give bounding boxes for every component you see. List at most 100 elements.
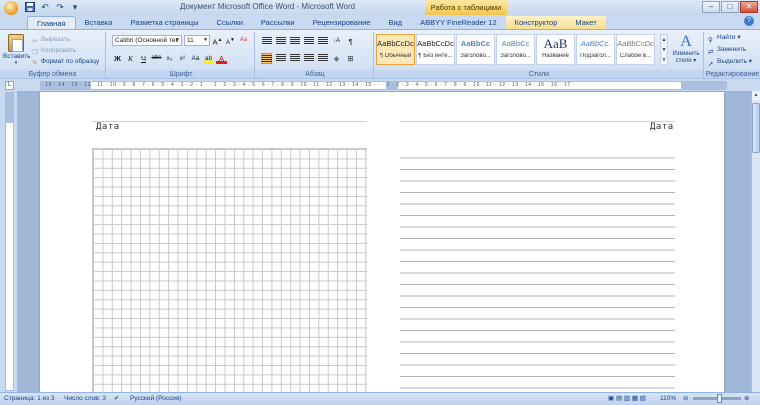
view-buttons[interactable]: ▣ ▤ ▥ ▦ ▧ <box>608 393 646 405</box>
brush-icon: ✎ <box>32 60 38 67</box>
superscript-button[interactable]: x² <box>177 53 188 64</box>
replace-button[interactable]: ⇄ Заменить <box>708 44 752 56</box>
style-title[interactable]: AaB Название <box>536 34 575 65</box>
change-case-button[interactable]: Aa <box>190 53 201 64</box>
line-spacing-button[interactable] <box>317 53 328 64</box>
tab-layout[interactable]: Макет <box>566 16 606 29</box>
zoom-slider[interactable] <box>693 394 741 403</box>
style-no-spacing[interactable]: AaBbCcDc ¶ Без инте... <box>416 34 455 65</box>
borders-button[interactable]: ⊞ <box>345 53 356 64</box>
sort-button[interactable]: ↓A <box>331 36 342 47</box>
find-button[interactable]: ⚲ Найти ▾ <box>708 32 752 44</box>
style-name: Заголово... <box>500 53 531 59</box>
zoom-level[interactable]: 110% <box>660 393 676 405</box>
paste-icon <box>8 34 24 52</box>
word-count[interactable]: Число слов: 3 <box>64 393 106 405</box>
strikethrough-button[interactable]: abe <box>151 53 162 64</box>
copy-button[interactable]: ❐ Копировать <box>32 45 99 56</box>
increase-indent-button[interactable] <box>317 36 328 47</box>
customize-qat-icon[interactable]: ▾ <box>69 2 81 13</box>
undo-icon[interactable]: ↶ <box>39 2 51 13</box>
language-indicator[interactable]: Русский (Россия) <box>130 393 182 405</box>
paste-button[interactable]: Вставить ▾ <box>3 34 31 66</box>
binoculars-icon: ⚲ <box>708 36 713 44</box>
scroll-thumb[interactable] <box>752 103 760 153</box>
help-icon[interactable]: ? <box>744 16 754 26</box>
italic-button[interactable]: К <box>125 53 136 64</box>
numbering-button[interactable] <box>275 36 286 47</box>
shading-button[interactable]: ◈ <box>331 53 342 64</box>
style-heading-1[interactable]: AaBbCc Заголово... <box>456 34 495 65</box>
show-marks-button[interactable]: ¶ <box>345 36 356 47</box>
zoom-in-icon[interactable]: ⊕ <box>744 393 749 405</box>
tab-home[interactable]: Главная <box>27 16 76 29</box>
tab-references[interactable]: Ссылки <box>207 16 251 29</box>
horizontal-ruler[interactable]: · 15 · 14 · 13 · 12 · 11 · 10 · 9 · 8 · … <box>40 81 727 90</box>
office-button[interactable] <box>4 0 18 15</box>
font-name-value: Calibri (Основной тек <box>115 37 179 44</box>
tab-review[interactable]: Рецензирование <box>304 16 380 29</box>
tab-view[interactable]: Вид <box>379 16 411 29</box>
clear-formatting-button[interactable]: Aa <box>238 35 249 46</box>
change-styles-button[interactable]: A Изменить стили ▾ <box>670 33 702 65</box>
minimize-button[interactable]: – <box>702 1 720 13</box>
bold-button[interactable]: Ж <box>112 53 123 64</box>
document-page[interactable]: Дата Дата <box>39 91 725 392</box>
redo-icon[interactable]: ↷ <box>54 2 66 13</box>
tab-abbyy[interactable]: ABBYY FineReader 12 <box>411 16 506 29</box>
cut-button[interactable]: ✂ Вырезать <box>32 34 99 45</box>
page-counter[interactable]: Страница: 1 из 3 <box>4 393 55 405</box>
maximize-button[interactable]: □ <box>721 1 739 13</box>
font-name-select[interactable]: Calibri (Основной тек ▼ <box>112 35 182 46</box>
vertical-scrollbar[interactable]: ▲ <box>751 91 760 392</box>
save-icon[interactable] <box>24 2 36 13</box>
chevron-down-icon: ▼ <box>175 37 180 43</box>
vertical-ruler[interactable] <box>5 92 14 391</box>
font-color-button[interactable]: A <box>216 53 227 64</box>
cursor-icon: ➚ <box>708 60 714 68</box>
close-button[interactable]: ✕ <box>740 1 758 13</box>
justify-button[interactable] <box>303 53 314 64</box>
bullets-button[interactable] <box>261 36 272 47</box>
document-area[interactable]: Дата Дата <box>17 91 751 392</box>
font-size-select[interactable]: 11 ▼ <box>184 35 210 46</box>
shrink-font-button[interactable]: A▼ <box>225 35 236 46</box>
highlight-button[interactable]: ab <box>203 53 214 64</box>
decrease-indent-button[interactable] <box>303 36 314 47</box>
align-right-icon <box>289 53 300 61</box>
format-painter-button[interactable]: ✎ Формат по образцу <box>32 56 99 67</box>
tab-selector[interactable]: L <box>5 81 14 90</box>
select-label: Выделить ▾ <box>717 58 753 65</box>
ribbon-tabs: Главная Вставка Разметка страницы Ссылки… <box>0 15 760 29</box>
zoom-out-icon[interactable]: ⊖ <box>683 393 688 405</box>
grow-font-button[interactable]: A▲ <box>212 35 223 47</box>
scissors-icon: ✂ <box>32 38 38 45</box>
styles-gallery-scroll[interactable]: ▲ ▼ ▾ <box>660 34 668 65</box>
underline-button[interactable]: Ч <box>138 53 149 64</box>
subscript-button[interactable]: x₂ <box>164 53 175 64</box>
scroll-up-button[interactable]: ▲ <box>752 91 760 100</box>
style-subtle-emphasis[interactable]: AaBbCcDc Слабое в... <box>616 34 655 65</box>
align-right-button[interactable] <box>289 53 300 64</box>
multilevel-list-button[interactable] <box>289 36 300 47</box>
style-sample: AaBbCc <box>501 39 530 48</box>
align-left-button[interactable] <box>261 53 272 64</box>
tab-page-layout[interactable]: Разметка страницы <box>121 16 207 29</box>
tab-mailings[interactable]: Рассылки <box>252 16 304 29</box>
style-subtitle[interactable]: AaBbCc. Подзагол... <box>576 34 615 65</box>
style-sample: AaB <box>543 36 568 51</box>
style-sample: AaBbCc. <box>580 39 611 48</box>
copy-icon: ❐ <box>32 49 38 56</box>
style-normal[interactable]: AaBbCcDc ¶ Обычный <box>376 34 415 65</box>
line-spacing-icon <box>317 53 328 61</box>
tab-insert[interactable]: Вставка <box>76 16 122 29</box>
select-button[interactable]: ➚ Выделить ▾ <box>708 56 752 68</box>
align-center-icon <box>275 53 286 61</box>
align-center-button[interactable] <box>275 53 286 64</box>
proofing-icon[interactable]: ✔ <box>114 393 119 405</box>
format-painter-label: Формат по образцу <box>41 58 100 65</box>
tab-design[interactable]: Конструктор <box>505 16 567 29</box>
zoom-slider-thumb[interactable] <box>716 394 722 403</box>
style-heading-2[interactable]: AaBbCc Заголово... <box>496 34 535 65</box>
styles-gallery: AaBbCcDc ¶ Обычный AaBbCcDc ¶ Без инте..… <box>376 34 655 65</box>
